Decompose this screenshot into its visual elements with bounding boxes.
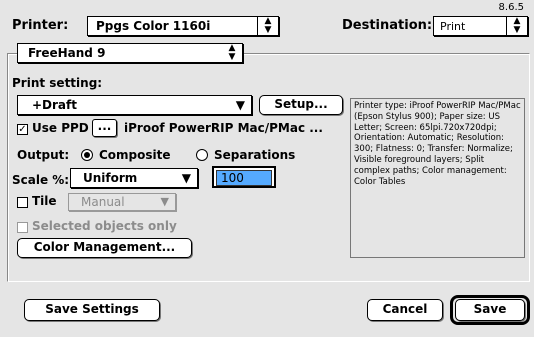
print-setting-label: Print setting: — [12, 76, 103, 90]
updown-arrows-icon: ▲ ▼ — [228, 43, 236, 62]
setup-button[interactable]: Setup... — [259, 95, 343, 115]
separations-radio[interactable] — [196, 149, 208, 161]
destination-label: Destination: — [342, 18, 433, 33]
printer-label: Printer: — [12, 18, 69, 33]
scale-mode-value: Uniform — [83, 171, 138, 185]
updown-arrows-icon: ▲ ▼ — [506, 17, 527, 35]
tile-mode-value: Manual — [81, 195, 125, 209]
use-ppd-checkbox[interactable]: ✓ — [17, 124, 28, 135]
print-summary-panel: Printer type: iProof PowerRIP Mac/PMac (… — [350, 98, 525, 258]
updown-arrows-icon: ▲ ▼ — [257, 17, 278, 35]
composite-radio[interactable] — [81, 149, 93, 161]
print-setting-popup[interactable]: +Draft ▼ — [17, 95, 252, 115]
print-summary-text: Printer type: iProof PowerRIP Mac/PMac (… — [354, 101, 521, 187]
ppd-name: iProof PowerRIP Mac/PMac ... — [124, 121, 323, 135]
app-section-popup[interactable]: FreeHand 9 ▲ ▼ — [17, 43, 243, 63]
destination-popup[interactable]: Print ▲ ▼ — [433, 16, 528, 36]
use-ppd-label: Use PPD — [32, 121, 89, 135]
version-label: 8.6.5 — [498, 2, 524, 13]
output-label: Output: — [17, 148, 70, 162]
tile-mode-popup[interactable]: Manual ▼ — [68, 193, 176, 211]
radio-selected-dot — [84, 152, 90, 158]
dropdown-arrow-icon: ▼ — [235, 98, 245, 112]
separations-label: Separations — [214, 148, 296, 162]
destination-value: Print — [440, 20, 466, 33]
color-management-button[interactable]: Color Management... — [17, 238, 192, 258]
scale-label: Scale %: — [12, 173, 70, 187]
selected-only-label: Selected objects only — [32, 219, 177, 233]
dropdown-arrow-icon: ▼ — [160, 195, 169, 208]
scale-mode-popup[interactable]: Uniform ▼ — [70, 168, 198, 188]
printer-value: Ppgs Color 1160i — [96, 19, 211, 33]
tile-label: Tile — [32, 194, 57, 208]
tile-checkbox[interactable] — [17, 197, 28, 208]
selected-only-checkbox[interactable] — [17, 222, 28, 233]
print-setting-value: +Draft — [32, 98, 77, 112]
cancel-button[interactable]: Cancel — [367, 299, 443, 321]
app-section-value: FreeHand 9 — [28, 46, 106, 60]
composite-label: Composite — [99, 148, 171, 162]
dropdown-arrow-icon: ▼ — [181, 171, 191, 185]
ppd-browse-button[interactable]: ... — [92, 119, 117, 137]
save-button[interactable]: Save — [455, 299, 525, 321]
printer-popup[interactable]: Ppgs Color 1160i ▲ ▼ — [87, 16, 279, 36]
save-settings-button[interactable]: Save Settings — [24, 299, 160, 321]
scale-value-input[interactable]: 100 — [212, 166, 276, 188]
scale-value-text: 100 — [216, 170, 272, 186]
